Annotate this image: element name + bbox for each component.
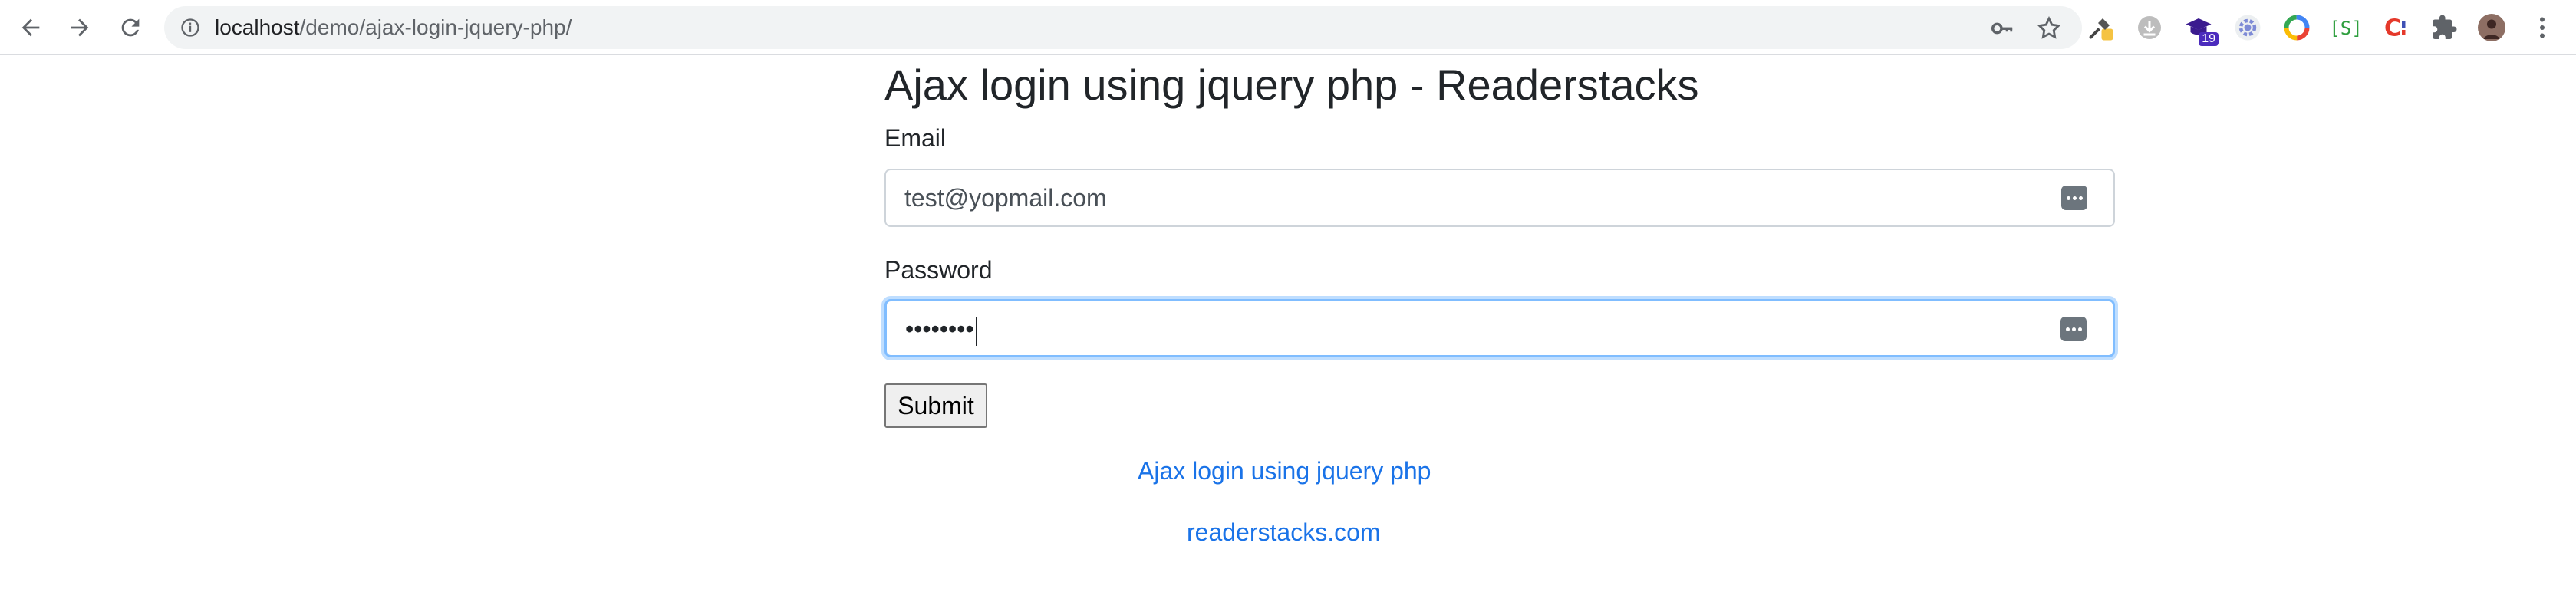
- s-bracket-extension-icon[interactable]: [S]: [2331, 12, 2361, 43]
- submit-button[interactable]: Submit: [884, 383, 987, 428]
- download-extension-icon[interactable]: [2134, 12, 2165, 43]
- graduation-cap-extension-icon[interactable]: 19: [2183, 12, 2219, 46]
- arrow-right-icon: [71, 18, 89, 37]
- email-field[interactable]: test@yopmail.com: [884, 169, 2115, 227]
- page-title: Ajax login using jquery php - Readerstac…: [884, 61, 1699, 109]
- url-text[interactable]: localhost/demo/ajax-login-jquery-php/: [215, 6, 572, 49]
- key-icon[interactable]: [1988, 15, 2014, 41]
- readerstacks-link[interactable]: readerstacks.com: [1187, 518, 1381, 547]
- password-dots: ••••••••: [905, 315, 974, 343]
- password-field[interactable]: ••••••••: [884, 299, 2115, 357]
- text-caret: [975, 316, 977, 346]
- password-manager-icon[interactable]: [2061, 186, 2087, 210]
- password-manager-icon[interactable]: [2060, 317, 2087, 341]
- email-value: test@yopmail.com: [904, 184, 1107, 212]
- c-extension-icon[interactable]: C: [2380, 12, 2410, 43]
- star-icon[interactable]: [2036, 15, 2062, 41]
- url-path: /demo/ajax-login-jquery-php/: [299, 15, 572, 39]
- svg-text:C: C: [2384, 15, 2401, 42]
- kebab-menu-icon[interactable]: [2527, 12, 2558, 43]
- back-button[interactable]: [14, 11, 48, 44]
- arrow-left-icon: [21, 18, 40, 37]
- email-label: Email: [884, 124, 947, 152]
- address-bar[interactable]: localhost/demo/ajax-login-jquery-php/: [164, 6, 2082, 49]
- avatar[interactable]: [2476, 12, 2507, 43]
- svg-text:[S]: [S]: [2332, 18, 2360, 39]
- forward-button[interactable]: [63, 11, 97, 44]
- info-icon[interactable]: [180, 17, 201, 38]
- reload-button[interactable]: [114, 11, 147, 44]
- extension-badge: 19: [2199, 32, 2219, 46]
- color-wheel-extension-icon[interactable]: [2281, 12, 2312, 43]
- password-label: Password: [884, 256, 993, 284]
- password-value: ••••••••: [905, 301, 977, 357]
- url-host: localhost: [215, 15, 300, 39]
- browser-toolbar: localhost/demo/ajax-login-jquery-php/ 19…: [0, 0, 2576, 55]
- puzzle-icon[interactable]: [2429, 12, 2459, 43]
- eyedropper-extension-icon[interactable]: [2085, 12, 2116, 43]
- reload-icon: [121, 18, 140, 37]
- ajax-login-link[interactable]: Ajax login using jquery php: [1138, 457, 1431, 485]
- gear-extension-icon[interactable]: [2232, 12, 2263, 43]
